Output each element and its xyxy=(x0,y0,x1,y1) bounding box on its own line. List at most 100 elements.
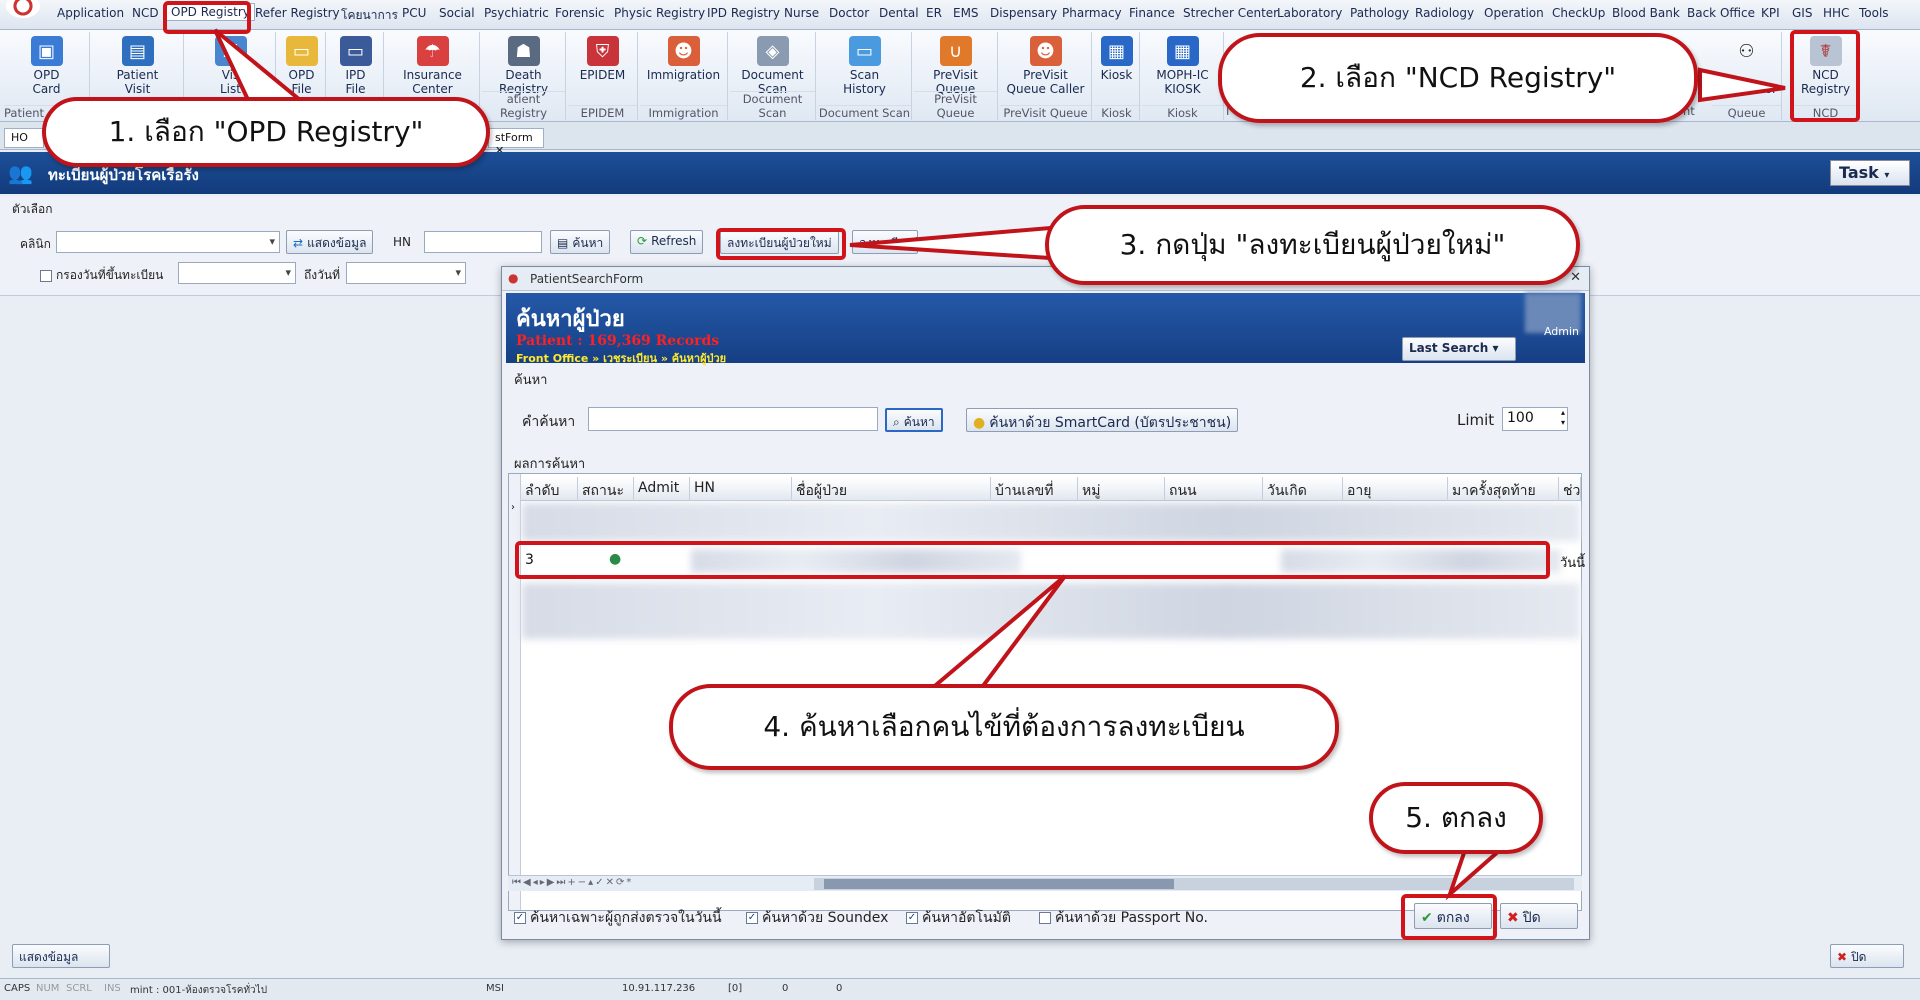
menu-forensic[interactable]: Forensic xyxy=(555,6,605,20)
menu-laboratory[interactable]: Laboratory xyxy=(1277,6,1342,20)
death-registry-button[interactable]: ☗ Death Registry atient Registry xyxy=(482,32,566,120)
task-button[interactable]: Task ▾ xyxy=(1830,160,1910,186)
menu-social[interactable]: Social xyxy=(439,6,475,20)
hn-input[interactable] xyxy=(424,231,542,253)
tab-home[interactable]: HO xyxy=(4,128,44,148)
smartcard-search-button[interactable]: ● ค้นหาด้วย SmartCard (บัตรประชาชน) xyxy=(966,408,1239,432)
kiosk-button[interactable]: ▦ Kiosk Kiosk xyxy=(1094,32,1140,120)
menu-pathology[interactable]: Pathology xyxy=(1350,6,1409,20)
opt-soundex[interactable]: ✓ ค้นหาด้วย Soundex xyxy=(746,907,888,929)
keyword-input[interactable] xyxy=(588,407,878,431)
show-data-button[interactable]: ⇄ แสดงข้อมูล xyxy=(286,230,374,254)
bottom-show-data-button[interactable]: แสดงข้อมูล xyxy=(12,944,110,968)
menu-dispensary[interactable]: Dispensary xyxy=(990,6,1057,20)
tab-patient-search-form[interactable]: stForm ✕ xyxy=(488,128,544,157)
previsit-queue-button[interactable]: ∪ PreVisit Queue PreVisit Queue xyxy=(914,32,998,120)
register-other-button[interactable]: ลงทะเบียนผู้ xyxy=(852,230,918,254)
menu-pcu[interactable]: PCU xyxy=(402,6,426,20)
blurred-row[interactable] xyxy=(522,503,1580,541)
end-date-select[interactable] xyxy=(346,262,466,284)
search-label: ค้นหา xyxy=(572,236,604,250)
previsit-queue-caller-label: PreVisit Queue Caller xyxy=(1006,68,1085,96)
menu-radiology[interactable]: Radiology xyxy=(1415,6,1474,20)
menu-finance[interactable]: Finance xyxy=(1129,6,1175,20)
breadcrumb: Front Office » เวชระเบียน » ค้นหาผู้ป่วย xyxy=(516,352,727,365)
opt-today-only[interactable]: ✓ ค้นหาเฉพาะผู้ถูกส่งตรวจในวันนี้ xyxy=(514,907,722,929)
menu-refer-registry[interactable]: Refer Registry xyxy=(255,6,340,20)
dialog-search-button[interactable]: ⌕ ค้นหา xyxy=(885,408,943,432)
opt-soundex-checkbox[interactable]: ✓ xyxy=(746,912,758,924)
grid-footer: ⏮◀◂▸▶⏭+−▴✓✕⟳* xyxy=(508,875,1582,891)
document-scan-button[interactable]: ◈ Document Scan Document Scan xyxy=(730,32,816,120)
epidem-button[interactable]: ⛨ EPIDEM EPIDEM xyxy=(568,32,638,120)
col-header-birthdate[interactable]: วันเกิด xyxy=(1263,477,1343,501)
callout-step-4: 4. ค้นหาเลือกคนไข้ที่ต้องการลงทะเบียน xyxy=(669,684,1339,770)
stepper-arrows-icon[interactable]: ▴ ▾ xyxy=(1561,408,1565,428)
menu-ncd[interactable]: NCD xyxy=(132,6,159,20)
menu-ems[interactable]: EMS xyxy=(953,6,979,20)
menu-physic-registry[interactable]: Physic Registry xyxy=(614,6,705,20)
menu-operation[interactable]: Operation xyxy=(1484,6,1544,20)
col-header-index[interactable]: ลำดับ xyxy=(521,477,578,501)
start-date-select[interactable] xyxy=(178,262,296,284)
dialog-close-icon[interactable]: ✕ xyxy=(1570,270,1581,285)
opt-passport[interactable]: ค้นหาด้วย Passport No. xyxy=(1039,907,1208,929)
col-header-age[interactable]: อายุ xyxy=(1343,477,1448,501)
col-header-moo[interactable]: หมู่ xyxy=(1078,477,1165,501)
search-button[interactable]: ▤ ค้นหา xyxy=(550,230,611,254)
col-header-admit[interactable]: Admit xyxy=(634,477,690,501)
menu-er[interactable]: ER xyxy=(926,6,942,20)
scan-history-label: Scan History xyxy=(843,68,886,96)
col-header-name[interactable]: ชื่อผู้ป่วย xyxy=(792,477,991,501)
menu-gis[interactable]: GIS xyxy=(1792,6,1812,20)
previsit-queue-caller-button[interactable]: ☻ PreVisit Queue Caller PreVisit Queue xyxy=(1000,32,1092,120)
limit-stepper[interactable]: 100 ▴ ▾ xyxy=(1502,407,1568,431)
last-search-button[interactable]: Last Search ▾ xyxy=(1402,337,1516,361)
chevron-down-icon: ▾ xyxy=(1492,341,1499,355)
immigration-button[interactable]: ☻ Immigration Immigration xyxy=(640,32,728,120)
records-count: Patient : 169,369 Records xyxy=(516,333,720,349)
menu-tools[interactable]: Tools xyxy=(1859,6,1889,20)
navigator-icons[interactable]: ⏮◀◂▸▶⏭+−▴✓✕⟳* xyxy=(512,877,633,888)
filter-date-checkbox-wrap[interactable]: กรองวันที่ขึ้นทะเบียน xyxy=(40,266,163,285)
refresh-button[interactable]: ⟳ Refresh xyxy=(630,230,704,254)
menu-item-thai[interactable]: โคยนาการ xyxy=(341,6,398,25)
menu-doctor[interactable]: Doctor xyxy=(829,6,869,20)
menu-psychiatric[interactable]: Psychiatric xyxy=(484,6,549,20)
patient-visit-label: Patient Visit xyxy=(116,68,159,96)
menu-kpi[interactable]: KPI xyxy=(1761,6,1780,20)
menu-back-office[interactable]: Back Office xyxy=(1687,6,1755,20)
menu-checkup[interactable]: CheckUp xyxy=(1552,6,1605,20)
filter-date-checkbox[interactable] xyxy=(40,269,52,282)
scrollbar-thumb[interactable] xyxy=(824,879,1174,889)
menu-pharmacy[interactable]: Pharmacy xyxy=(1062,6,1122,20)
clinic-select[interactable] xyxy=(56,231,280,253)
group-label-queue: Queue xyxy=(1712,105,1781,120)
opt-today-checkbox[interactable]: ✓ xyxy=(514,912,526,924)
blurred-rows[interactable] xyxy=(522,583,1580,639)
moph-ic-kiosk-button[interactable]: ▦ MOPH-IC KIOSK Kiosk xyxy=(1142,32,1224,120)
opt-passport-checkbox[interactable] xyxy=(1039,912,1051,924)
bottom-close-button[interactable]: ✖ ปิด xyxy=(1830,944,1904,968)
opt-auto-search[interactable]: ✓ ค้นหาอัตโนมัติ xyxy=(906,907,1011,929)
col-header-road[interactable]: ถนน xyxy=(1165,477,1263,501)
col-header-last-visit[interactable]: มาครั้งสุดท้าย xyxy=(1448,477,1559,501)
queue-generator-button[interactable]: ⚇ Generator Queue xyxy=(1712,32,1782,120)
scan-history-button[interactable]: ▭ Scan History Document Scan xyxy=(818,32,912,120)
opt-auto-checkbox[interactable]: ✓ xyxy=(906,912,918,924)
menu-nurse[interactable]: Nurse xyxy=(784,6,819,20)
menu-strecher-center[interactable]: Strecher Center xyxy=(1183,6,1278,20)
col-header-status[interactable]: สถานะ xyxy=(578,477,634,501)
menu-blood-bank[interactable]: Blood Bank xyxy=(1612,6,1680,20)
horizontal-scrollbar[interactable] xyxy=(814,878,1574,890)
menu-dental[interactable]: Dental xyxy=(879,6,919,20)
menu-hhc[interactable]: HHC xyxy=(1823,6,1849,20)
menu-ipd-registry[interactable]: IPD Registry xyxy=(707,6,780,20)
dialog-close-button[interactable]: ✖ ปิด xyxy=(1500,903,1578,929)
kiosk-icon: ▦ xyxy=(1100,36,1133,66)
col-header-hn[interactable]: HN xyxy=(690,477,792,501)
menu-application[interactable]: Application xyxy=(57,6,124,20)
col-header-period[interactable]: ช่วงเว xyxy=(1559,477,1581,501)
col-header-house-no[interactable]: บ้านเลขที่ xyxy=(991,477,1078,501)
refresh-label: Refresh xyxy=(651,234,697,248)
